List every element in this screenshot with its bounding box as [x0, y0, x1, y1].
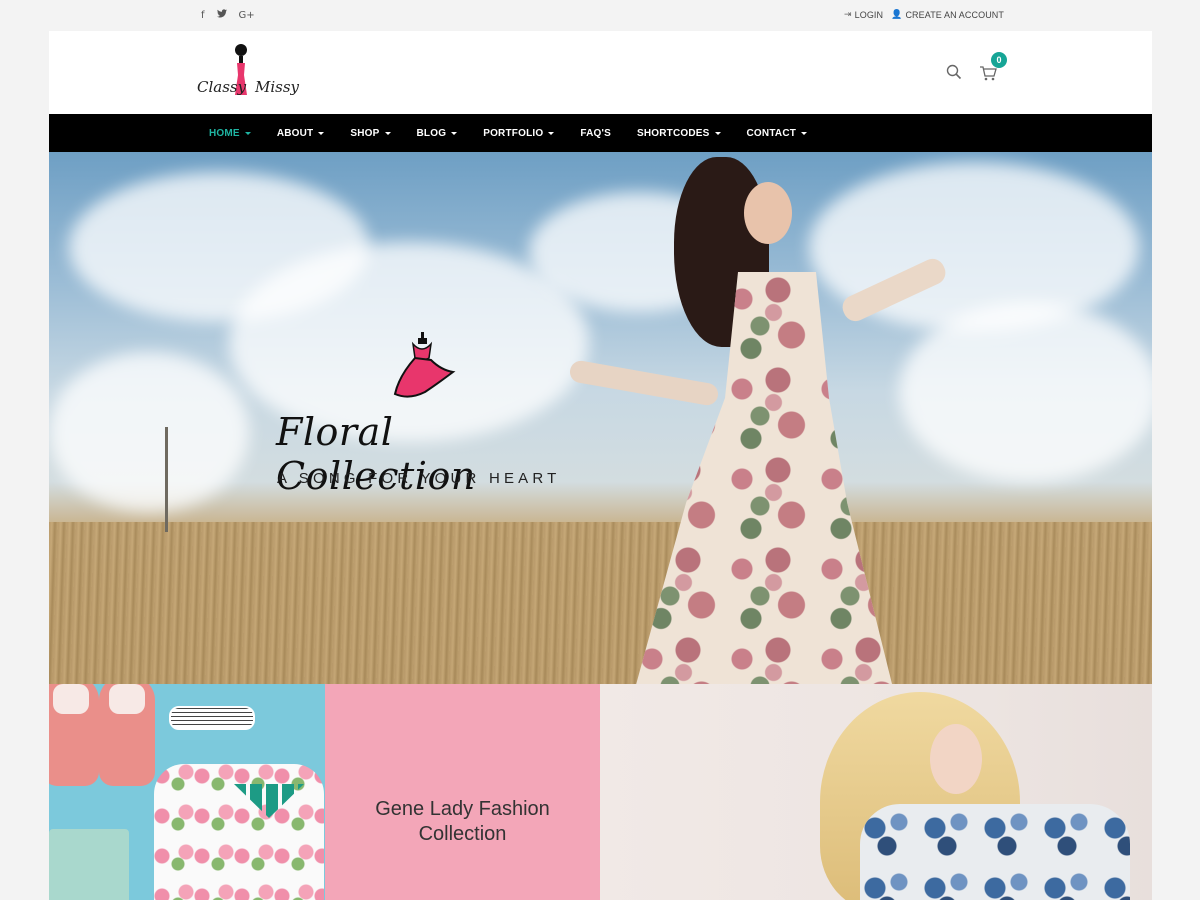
nav-item-label: SHOP [350, 127, 380, 139]
utility-pole [165, 427, 168, 532]
sign-in-icon: ⇥ [843, 10, 852, 20]
user-icon: 👤 [891, 10, 903, 20]
site-header: Classy Missy 0 [49, 31, 1152, 114]
google-plus-icon[interactable]: G+ [239, 10, 255, 21]
search-icon[interactable] [946, 64, 962, 80]
facebook-icon[interactable]: f [201, 10, 205, 21]
nav-item-label: SHORTCODES [636, 127, 710, 139]
wheat-field [49, 522, 1152, 684]
nav-item-home[interactable]: HOME [209, 128, 251, 139]
logo-word-2: Missy [255, 78, 300, 96]
main-navigation: HOME ABOUT SHOP BLOG PORTFOLIO FAQ'S SHORTCODE… [49, 114, 1152, 152]
promo-title: Gene Lady Fashion Collection [325, 797, 600, 847]
nav-item-shop[interactable]: SHOP [350, 127, 391, 139]
caret-down-icon [244, 131, 251, 135]
hero-slider[interactable]: Floral Collection A SONG FOR YOUR HEART [49, 152, 1152, 684]
caret-down-icon [801, 131, 808, 135]
nav-item-label: PORTFOLIO [483, 127, 544, 139]
login-label: LOGIN [854, 10, 884, 20]
social-links: f G+ [201, 9, 255, 21]
promo-title-line-1: Gene Lady Fashion [375, 798, 550, 820]
promo-title-line-2: Collection [418, 823, 507, 845]
nav-item-label: CONTACT [746, 127, 797, 139]
twitter-icon[interactable] [216, 9, 227, 21]
create-account-label: CREATE AN ACCOUNT [905, 10, 1004, 20]
clutch-bag-image [49, 829, 129, 900]
nav-item-blog[interactable]: BLOG [417, 128, 458, 139]
login-link[interactable]: ⇥ LOGIN [844, 10, 883, 20]
create-account-link[interactable]: 👤 CREATE AN ACCOUNT [891, 10, 1004, 20]
nav-item-about[interactable]: ABOUT [277, 128, 325, 139]
accessories-banner[interactable] [49, 684, 325, 900]
sunglasses-image [169, 706, 255, 730]
nav-item-contact[interactable]: CONTACT [747, 128, 808, 139]
model-banner[interactable] [600, 684, 1152, 900]
caret-down-icon [548, 131, 555, 135]
nav-item-faqs[interactable]: FAQ'S [580, 128, 611, 139]
nav-item-label: BLOG [416, 127, 447, 139]
nav-item-label: ABOUT [276, 127, 314, 139]
sneaker-image [99, 684, 155, 786]
cart-count-badge: 0 [991, 52, 1007, 68]
caret-down-icon [714, 131, 721, 135]
nav-item-portfolio[interactable]: PORTFOLIO [483, 127, 555, 139]
caret-down-icon [384, 131, 391, 135]
site-logo[interactable]: Classy Missy [195, 43, 305, 103]
account-links: ⇥ LOGIN 👤 CREATE AN ACCOUNT [844, 10, 1004, 20]
cart-icon[interactable] [979, 65, 997, 81]
nav-item-label: HOME [209, 127, 240, 139]
top-bar: f G+ ⇥ LOGIN 👤 CREATE AN ACCOUNT [0, 0, 1200, 31]
caret-down-icon [451, 131, 458, 135]
logo-word-1: Classy [197, 78, 247, 96]
hero-dress-logo-icon [391, 332, 461, 404]
nav-item-shortcodes[interactable]: SHORTCODES [637, 128, 721, 139]
hero-model-image [568, 157, 950, 684]
caret-down-icon [318, 131, 325, 135]
hero-subtitle: A SONG FOR YOUR HEART [277, 470, 561, 487]
promo-banner[interactable]: Gene Lady Fashion Collection [325, 684, 600, 900]
nav-item-label: FAQ'S [580, 127, 611, 139]
sneaker-image [49, 684, 99, 786]
